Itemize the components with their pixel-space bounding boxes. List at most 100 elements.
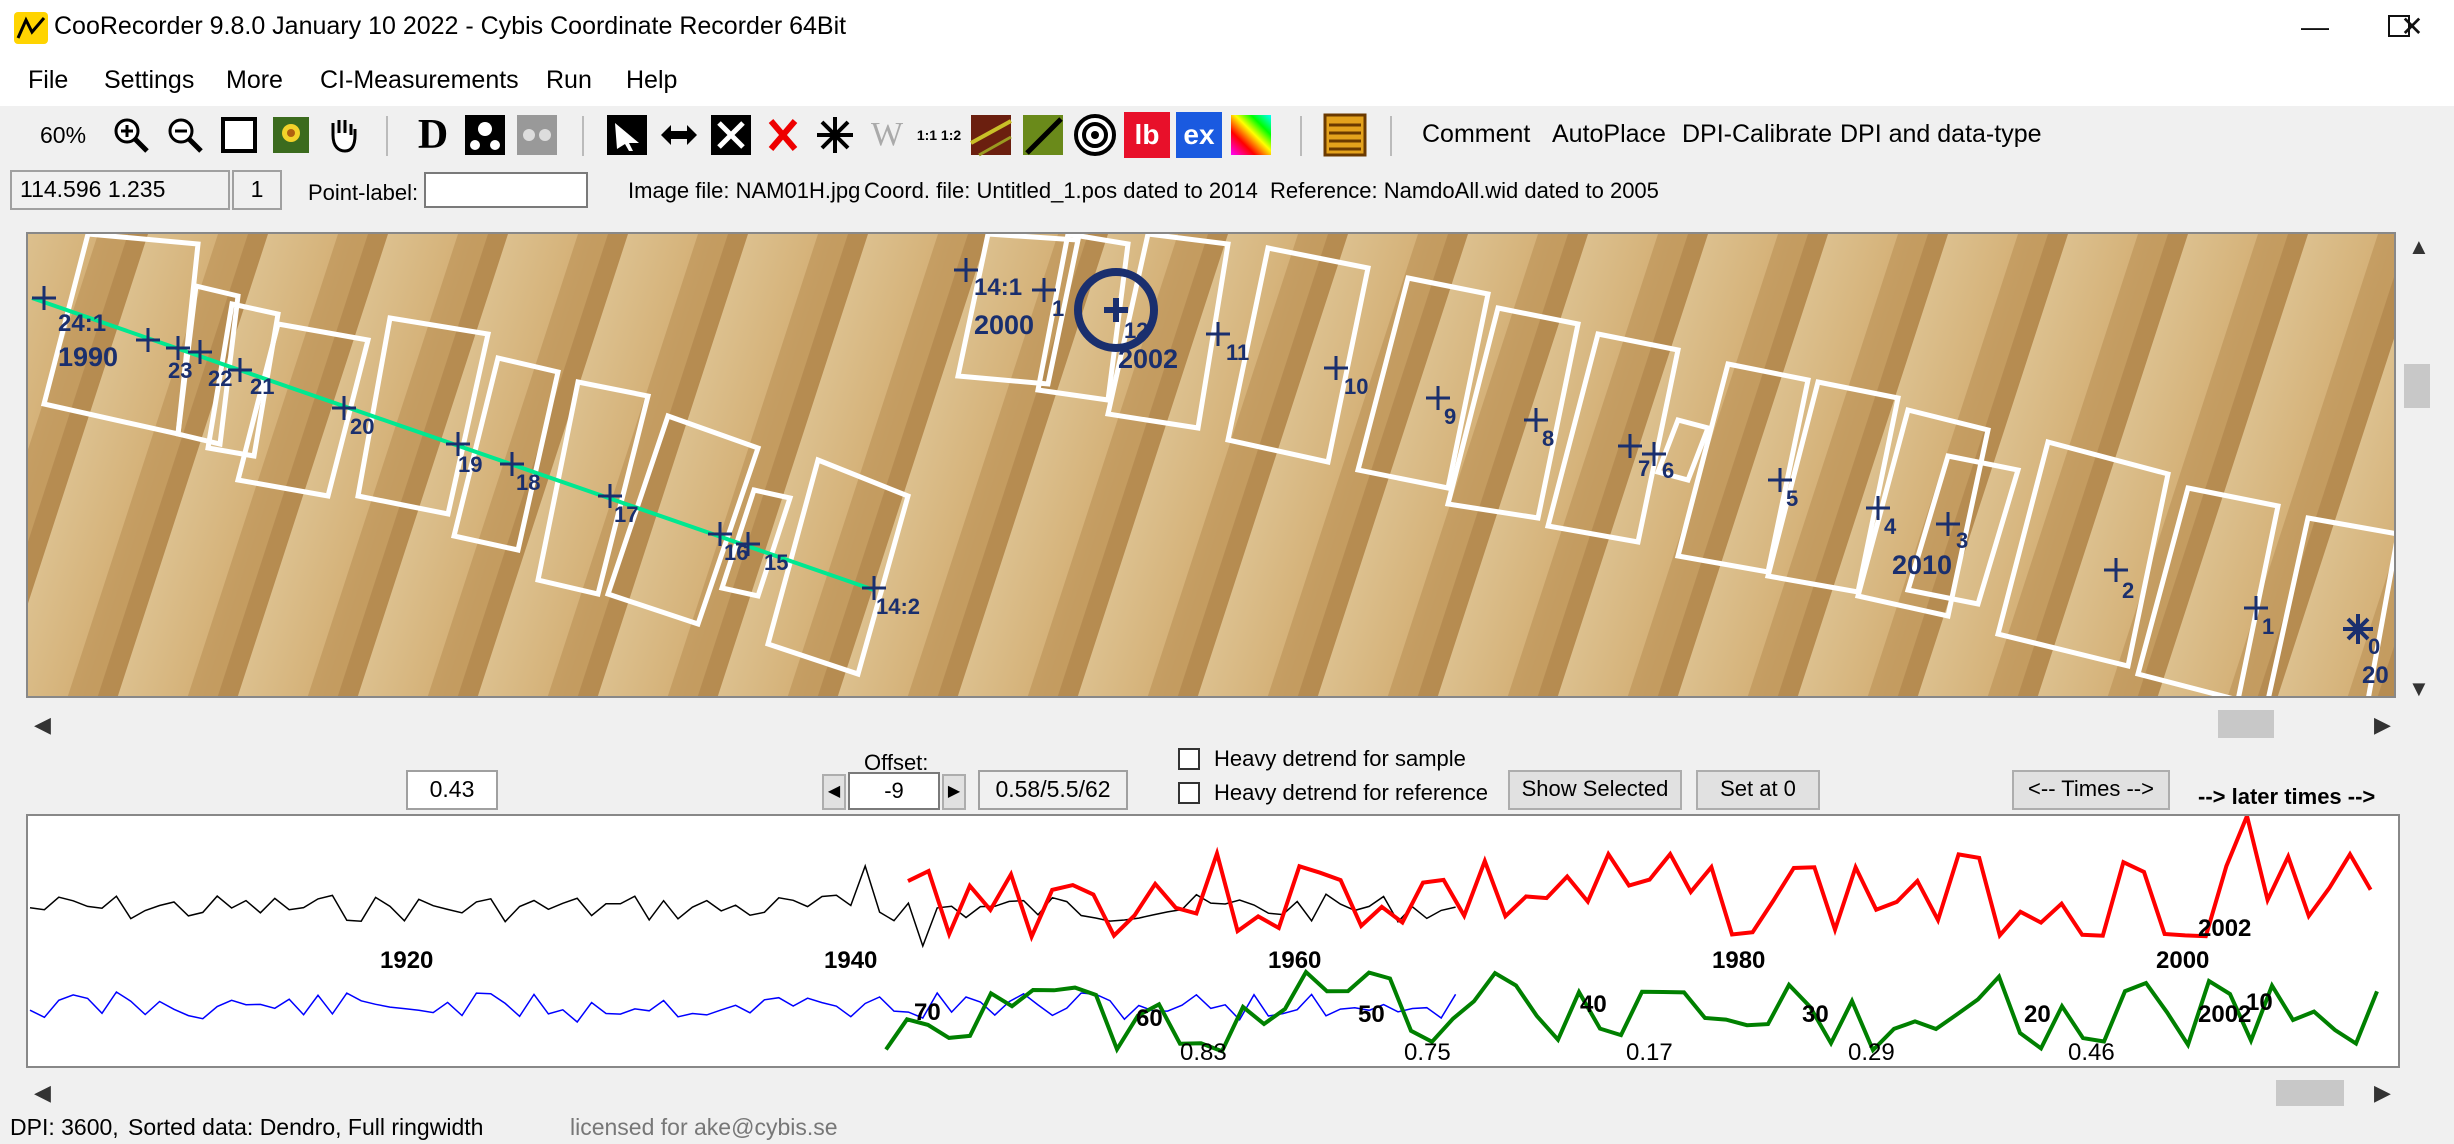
ring-label: 3 xyxy=(1956,528,1969,553)
menu-more[interactable]: More xyxy=(226,66,283,95)
menu-file[interactable]: File xyxy=(28,66,68,95)
scroll-right-arrow[interactable]: ▶ xyxy=(2374,712,2391,738)
graph-offset-label: 60 xyxy=(1136,1005,1163,1032)
graph-scroll-right-arrow[interactable]: ▶ xyxy=(2374,1080,2391,1106)
ring-label: 18 xyxy=(516,470,541,495)
wood-image-view[interactable]: 24:1 1990 23 22 21 20 19 18 17 16 15 14:2 14:1 2000 1 1… xyxy=(26,232,2396,698)
scroll-left-arrow[interactable]: ◀ xyxy=(34,712,51,738)
graph-offset-label: 30 xyxy=(1802,1001,1829,1028)
dots-tool-icon[interactable] xyxy=(462,112,508,158)
vertical-scrollbar-thumb[interactable] xyxy=(2404,364,2430,408)
select-arrow-icon[interactable] xyxy=(604,112,650,158)
ring-label: 9 xyxy=(1444,404,1457,429)
move-horizontal-icon[interactable] xyxy=(656,112,702,158)
graph-offset-label: 50 xyxy=(1358,1001,1385,1028)
ring-label: 2002 xyxy=(1118,344,1179,374)
ring-list-icon[interactable] xyxy=(1322,112,1368,158)
scroll-up-arrow[interactable]: ▲ xyxy=(2408,234,2430,260)
scroll-down-arrow[interactable]: ▼ xyxy=(2408,676,2430,702)
menu-help[interactable]: Help xyxy=(626,66,677,95)
ring-label: 24:1 xyxy=(58,310,107,337)
reference-info: Reference: NamdoAll.wid dated to 2005 xyxy=(1270,178,1659,203)
zoom-level[interactable]: 60% xyxy=(40,122,86,149)
ex-tool-icon[interactable]: ex xyxy=(1176,112,1222,158)
w-tool-icon[interactable]: W xyxy=(864,112,910,158)
graph-offset-label: 40 xyxy=(1580,991,1607,1018)
line-draw-icon[interactable] xyxy=(1020,112,1066,158)
graph-scroll-left-arrow[interactable]: ◀ xyxy=(34,1080,51,1106)
ratio-tool-icon[interactable]: 1:1 1:2 xyxy=(916,112,962,158)
curve-graph[interactable]: 1920 1940 1960 1980 2000 2002 2002 70 60 50 40 30 20… xyxy=(26,814,2400,1068)
ring-label: 20 xyxy=(2362,662,2389,689)
window-title: CooRecorder 9.8.0 January 10 2022 - Cybi… xyxy=(54,12,847,40)
graph-offset-label: 10 xyxy=(2246,989,2273,1016)
dpi-calibrate-button[interactable]: DPI-Calibrate xyxy=(1682,120,1832,149)
ring-label: 4 xyxy=(1884,514,1897,539)
remove-red-x-icon[interactable] xyxy=(760,112,806,158)
toolbar-separator xyxy=(386,116,388,156)
ring-label: 10 xyxy=(1344,374,1369,399)
graph-correlation-label: 0.29 xyxy=(1848,1039,1895,1066)
menu-settings[interactable]: Settings xyxy=(104,66,194,95)
point-label-input[interactable] xyxy=(424,172,588,208)
ring-label: 1990 xyxy=(58,342,119,372)
ring-label: 2 xyxy=(2122,578,2135,603)
minimize-button[interactable]: — xyxy=(2274,0,2356,56)
ring-label: 0 xyxy=(2368,634,2381,659)
dpi-data-type-button[interactable]: DPI and data-type xyxy=(1840,120,2042,149)
graph-year-label: 2002 xyxy=(2198,915,2251,942)
fit-window-icon[interactable] xyxy=(216,112,262,158)
wood-texture-icon[interactable] xyxy=(968,112,1014,158)
menu-bar: File Settings More CI-Measurements Run H… xyxy=(0,56,2454,106)
ring-label: 21 xyxy=(250,374,275,399)
zoom-in-icon[interactable] xyxy=(108,112,154,158)
statistics-readout: 0.58/5.5/62 xyxy=(978,770,1128,810)
horizontal-scrollbar-thumb[interactable] xyxy=(2218,710,2274,738)
status-bar: DPI: 3600, Sorted data: Dendro, Full rin… xyxy=(0,1108,2454,1144)
set-at-0-button[interactable]: Set at 0 xyxy=(1696,770,1820,810)
menu-run[interactable]: Run xyxy=(546,66,592,95)
offset-decrease-button[interactable]: ◀ xyxy=(822,774,846,810)
graph-correlation-label: 0.75 xyxy=(1404,1039,1451,1066)
offset-increase-button[interactable]: ▶ xyxy=(942,774,966,810)
graph-correlation-label: 0.83 xyxy=(1180,1039,1227,1066)
status-license: licensed for ake@cybis.se xyxy=(570,1114,838,1140)
asterisk-point-icon[interactable] xyxy=(812,112,858,158)
show-selected-button[interactable]: Show Selected xyxy=(1508,770,1682,810)
pan-hand-icon[interactable] xyxy=(320,112,366,158)
ring-label: 11 xyxy=(1226,340,1250,365)
flower-image-icon[interactable] xyxy=(268,112,314,158)
graph-scrollbar-thumb[interactable] xyxy=(2276,1080,2344,1106)
color-palette-icon[interactable] xyxy=(1228,112,1274,158)
zoom-out-icon[interactable] xyxy=(162,112,208,158)
ring-label: 22 xyxy=(208,366,233,391)
comment-button[interactable]: Comment xyxy=(1422,120,1530,149)
title-bar: CooRecorder 9.8.0 January 10 2022 - Cybi… xyxy=(0,0,2454,56)
heavy-detrend-reference-checkbox[interactable] xyxy=(1178,782,1200,804)
delete-point-icon[interactable] xyxy=(708,112,754,158)
lb-tool-icon[interactable]: lb xyxy=(1124,112,1170,158)
ring-label: 15 xyxy=(764,550,789,575)
graph-year-label: 1920 xyxy=(380,947,433,974)
app-logo-icon xyxy=(14,12,48,44)
later-times-label: --> later times --> xyxy=(2198,784,2376,809)
autoplace-button[interactable]: AutoPlace xyxy=(1552,120,1666,149)
ring-label: 16 xyxy=(724,540,749,565)
toolbar-separator xyxy=(1300,116,1302,156)
target-icon[interactable] xyxy=(1072,112,1118,158)
d-tool-icon[interactable]: D xyxy=(410,112,456,158)
graph-year-label: 1960 xyxy=(1268,947,1321,974)
menu-ci-measurements[interactable]: CI-Measurements xyxy=(320,66,519,95)
graph-year-label: 1980 xyxy=(1712,947,1765,974)
graph-correlation-label: 0.46 xyxy=(2068,1039,2115,1066)
ring-label: 14:2 xyxy=(876,594,921,619)
close-button[interactable]: ✕ xyxy=(2370,0,2454,56)
coordinate-readout: 114.596 1.235 xyxy=(10,170,230,210)
ring-label: 2000 xyxy=(974,310,1035,340)
grey-dots-tool-icon[interactable] xyxy=(514,112,560,158)
heavy-detrend-sample-checkbox[interactable] xyxy=(1178,748,1200,770)
offset-input[interactable] xyxy=(848,772,940,810)
ring-label: 6 xyxy=(1662,458,1675,483)
ring-label: 12 xyxy=(1124,318,1149,343)
times-button[interactable]: <-- Times --> xyxy=(2012,770,2170,810)
